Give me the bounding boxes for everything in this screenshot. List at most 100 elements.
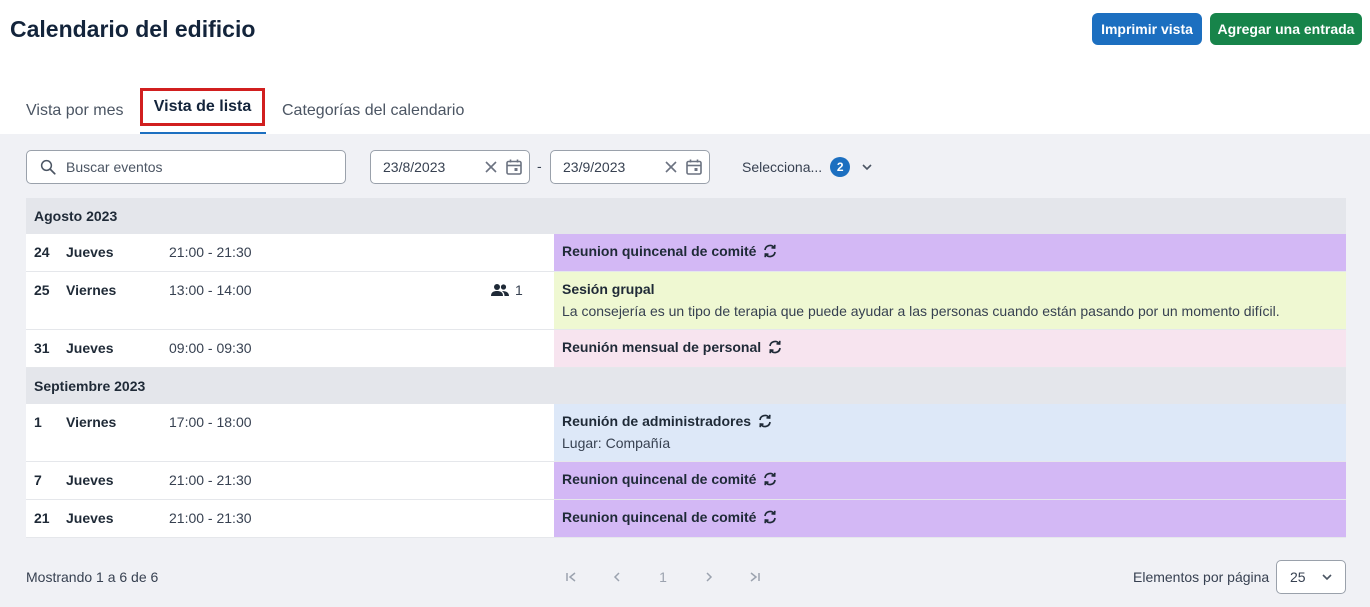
event-row[interactable]: 21 Jueves 21:00 - 21:30 Reunion quincenal d… <box>26 500 1346 538</box>
event-row[interactable]: 24 Jueves 21:00 - 21:30 Reunion quincenal d… <box>26 234 1346 272</box>
end-date-value: 23/9/2023 <box>563 159 626 175</box>
event-weekday: Jueves <box>66 244 114 260</box>
page-number[interactable]: 1 <box>640 566 686 588</box>
category-select-label: Selecciona... <box>742 159 823 175</box>
event-title: Reunión mensual de personal <box>562 339 762 355</box>
event-day: 24 <box>34 244 50 260</box>
event-row[interactable]: 7 Jueves 21:00 - 21:30 Reunion quincenal de… <box>26 462 1346 500</box>
event-detail-cell[interactable]: Reunion quincenal de comité <box>554 462 1346 499</box>
list-content: 23/8/2023 - 23/9/2023 Selecciona... 2 Ag… <box>0 134 1370 607</box>
results-summary: Mostrando 1 a 6 de 6 <box>26 569 159 585</box>
selected-count-badge: 2 <box>830 157 851 177</box>
event-time: 21:00 - 21:30 <box>169 244 252 260</box>
search-icon <box>40 159 56 175</box>
event-date-cell: 24 Jueves 21:00 - 21:30 <box>26 234 554 271</box>
page-title: Calendario del edificio <box>10 16 256 42</box>
calendar-icon[interactable] <box>685 158 703 176</box>
event-detail-cell[interactable]: Reunión de administradores Lugar: Compañí… <box>554 404 1346 461</box>
chevron-left-icon <box>613 572 620 582</box>
view-tabs: Vista por mes Vista de lista Categorías … <box>0 88 700 134</box>
event-row[interactable]: 25 Viernes 13:00 - 14:00 1 Sesión grupal La c… <box>26 272 1346 330</box>
event-title: Reunion quincenal de comité <box>562 471 757 487</box>
people-icon <box>491 284 509 296</box>
chevron-down-icon <box>1322 574 1332 581</box>
event-title: Reunión de administradores <box>562 413 752 429</box>
event-day: 25 <box>34 282 50 298</box>
event-day: 1 <box>34 414 42 430</box>
start-date-field[interactable]: 23/8/2023 <box>370 150 530 184</box>
category-select[interactable]: Selecciona... 2 <box>742 150 874 184</box>
event-date-cell: 7 Jueves 21:00 - 21:30 <box>26 462 554 499</box>
per-page-value: 25 <box>1290 569 1306 585</box>
event-detail-cell[interactable]: Reunion quincenal de comité <box>554 234 1346 271</box>
event-row[interactable]: 31 Jueves 09:00 - 09:30 Reunión mensual de … <box>26 330 1346 368</box>
attendee-count: 1 <box>515 282 523 298</box>
event-title: Reunion quincenal de comité <box>562 243 757 259</box>
repeat-icon <box>764 510 777 524</box>
event-time: 17:00 - 18:00 <box>169 414 252 430</box>
chevron-right-icon <box>706 572 713 582</box>
event-description: Lugar: Compañía <box>562 435 671 451</box>
repeat-icon <box>764 244 777 258</box>
event-attendees: 1 <box>491 282 523 298</box>
calendar-icon[interactable] <box>505 158 523 176</box>
month-header: Agosto 2023 <box>26 198 1346 234</box>
start-date-value: 23/8/2023 <box>383 159 446 175</box>
per-page-select[interactable]: 25 <box>1276 560 1346 594</box>
event-time: 21:00 - 21:30 <box>169 510 252 526</box>
event-day: 7 <box>34 472 42 488</box>
event-time: 13:00 - 14:00 <box>169 282 252 298</box>
search-box[interactable] <box>26 150 346 184</box>
month-header: Septiembre 2023 <box>26 368 1346 404</box>
event-detail-cell[interactable]: Reunion quincenal de comité <box>554 500 1346 537</box>
search-input[interactable] <box>66 159 316 175</box>
event-row[interactable]: 1 Viernes 17:00 - 18:00 Reunión de administ… <box>26 404 1346 462</box>
event-weekday: Jueves <box>66 340 114 356</box>
close-icon[interactable] <box>483 159 499 175</box>
next-page-button[interactable] <box>686 566 732 588</box>
event-title-line: Reunión de administradores <box>562 413 1338 429</box>
event-title-line: Sesión grupal <box>562 281 1338 297</box>
event-list: Agosto 2023 24 Jueves 21:00 - 21:30 Reunion … <box>26 198 1346 538</box>
event-date-cell: 25 Viernes 13:00 - 14:00 1 <box>26 272 554 329</box>
pagination: 1 <box>548 566 778 588</box>
event-title: Sesión grupal <box>562 281 655 297</box>
tab-list-view[interactable]: Vista de lista <box>140 88 265 126</box>
print-view-button[interactable]: Imprimir vista <box>1092 13 1202 45</box>
event-detail-cell[interactable]: Reunión mensual de personal <box>554 330 1346 367</box>
event-title-line: Reunión mensual de personal <box>562 339 1338 355</box>
chevron-down-icon <box>862 164 872 171</box>
event-title-line: Reunion quincenal de comité <box>562 509 1338 525</box>
event-day: 21 <box>34 510 50 526</box>
event-weekday: Viernes <box>66 282 117 298</box>
date-range-separator: - <box>537 158 542 174</box>
first-page-button[interactable] <box>548 566 594 588</box>
page-header: Calendario del edificio Imprimir vista A… <box>0 0 1370 134</box>
event-date-cell: 1 Viernes 17:00 - 18:00 <box>26 404 554 461</box>
first-page-icon <box>566 572 576 582</box>
event-title-line: Reunion quincenal de comité <box>562 243 1338 259</box>
event-day: 31 <box>34 340 50 356</box>
add-entry-button[interactable]: Agregar una entrada <box>1210 13 1362 45</box>
event-date-cell: 21 Jueves 21:00 - 21:30 <box>26 500 554 537</box>
end-date-field[interactable]: 23/9/2023 <box>550 150 710 184</box>
event-weekday: Jueves <box>66 472 114 488</box>
event-detail-cell[interactable]: Sesión grupal La consejería es un tipo de… <box>554 272 1346 329</box>
event-weekday: Viernes <box>66 414 117 430</box>
event-title-line: Reunion quincenal de comité <box>562 471 1338 487</box>
per-page-label: Elementos por página <box>1133 569 1270 585</box>
repeat-icon <box>769 340 782 354</box>
last-page-icon <box>750 572 760 582</box>
event-description: La consejería es un tipo de terapia que … <box>562 303 1280 319</box>
event-title: Reunion quincenal de comité <box>562 509 757 525</box>
tab-calendar-categories[interactable]: Categorías del calendario <box>282 88 464 134</box>
repeat-icon <box>759 414 771 428</box>
list-footer: Mostrando 1 a 6 de 6 1 Elementos por pág… <box>0 560 1370 594</box>
last-page-button[interactable] <box>732 566 778 588</box>
event-date-cell: 31 Jueves 09:00 - 09:30 <box>26 330 554 367</box>
previous-page-button[interactable] <box>594 566 640 588</box>
repeat-icon <box>764 472 777 486</box>
close-icon[interactable] <box>663 159 679 175</box>
event-time: 09:00 - 09:30 <box>169 340 252 356</box>
tab-month-view[interactable]: Vista por mes <box>26 88 124 134</box>
